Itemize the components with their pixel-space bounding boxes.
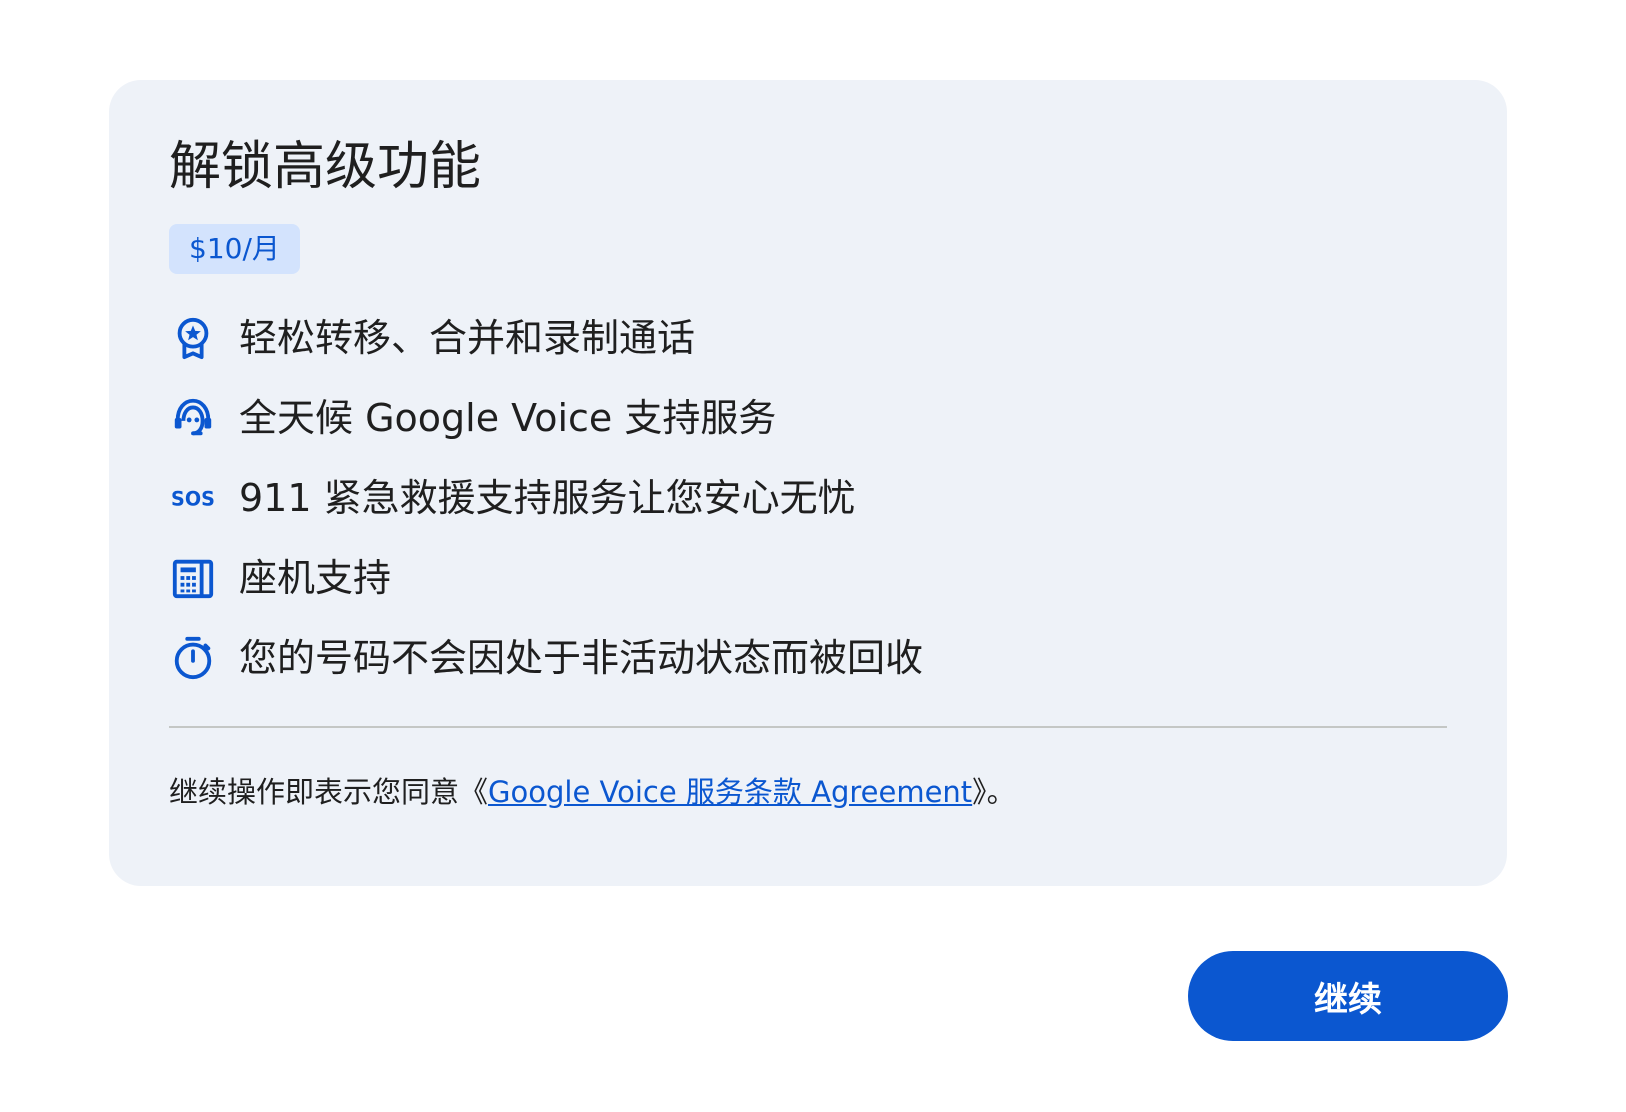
terms-notice: 继续操作即表示您同意《Google Voice 服务条款 Agreement》。: [169, 772, 1447, 812]
premium-card: 解锁高级功能 $10/月 轻松转移、合并和录制通话 全天候 Google Voi…: [109, 80, 1507, 886]
terms-link[interactable]: Google Voice 服务条款 Agreement: [488, 775, 972, 809]
feature-text: 您的号码不会因处于非活动状态而被回收: [239, 636, 924, 680]
svg-text:SOS: SOS: [171, 488, 215, 511]
timer-icon: [169, 634, 217, 682]
support-agent-icon: [169, 394, 217, 442]
card-title: 解锁高级功能: [169, 137, 482, 197]
feature-text: 911 紧急救援支持服务让您安心无忧: [239, 476, 856, 520]
feature-list: 轻松转移、合并和录制通话 全天候 Google Voice 支持服务 SOS 9…: [169, 298, 1447, 698]
price-badge: $10/月: [169, 224, 300, 274]
feature-text: 座机支持: [239, 556, 392, 600]
feature-item: 座机支持: [169, 538, 1447, 618]
feature-item: SOS 911 紧急救援支持服务让您安心无忧: [169, 458, 1447, 538]
feature-text: 全天候 Google Voice 支持服务: [239, 396, 777, 440]
terms-suffix: 》。: [972, 775, 1016, 809]
feature-item: 轻松转移、合并和录制通话: [169, 298, 1447, 378]
terms-prefix: 继续操作即表示您同意《: [169, 775, 489, 809]
sos-icon: SOS: [169, 474, 217, 522]
feature-item: 全天候 Google Voice 支持服务: [169, 378, 1447, 458]
feature-item: 您的号码不会因处于非活动状态而被回收: [169, 618, 1447, 698]
desk-phone-icon: [169, 554, 217, 602]
divider: [169, 726, 1447, 728]
continue-button[interactable]: 继续: [1188, 951, 1508, 1041]
feature-text: 轻松转移、合并和录制通话: [239, 316, 696, 360]
award-star-icon: [169, 314, 217, 362]
